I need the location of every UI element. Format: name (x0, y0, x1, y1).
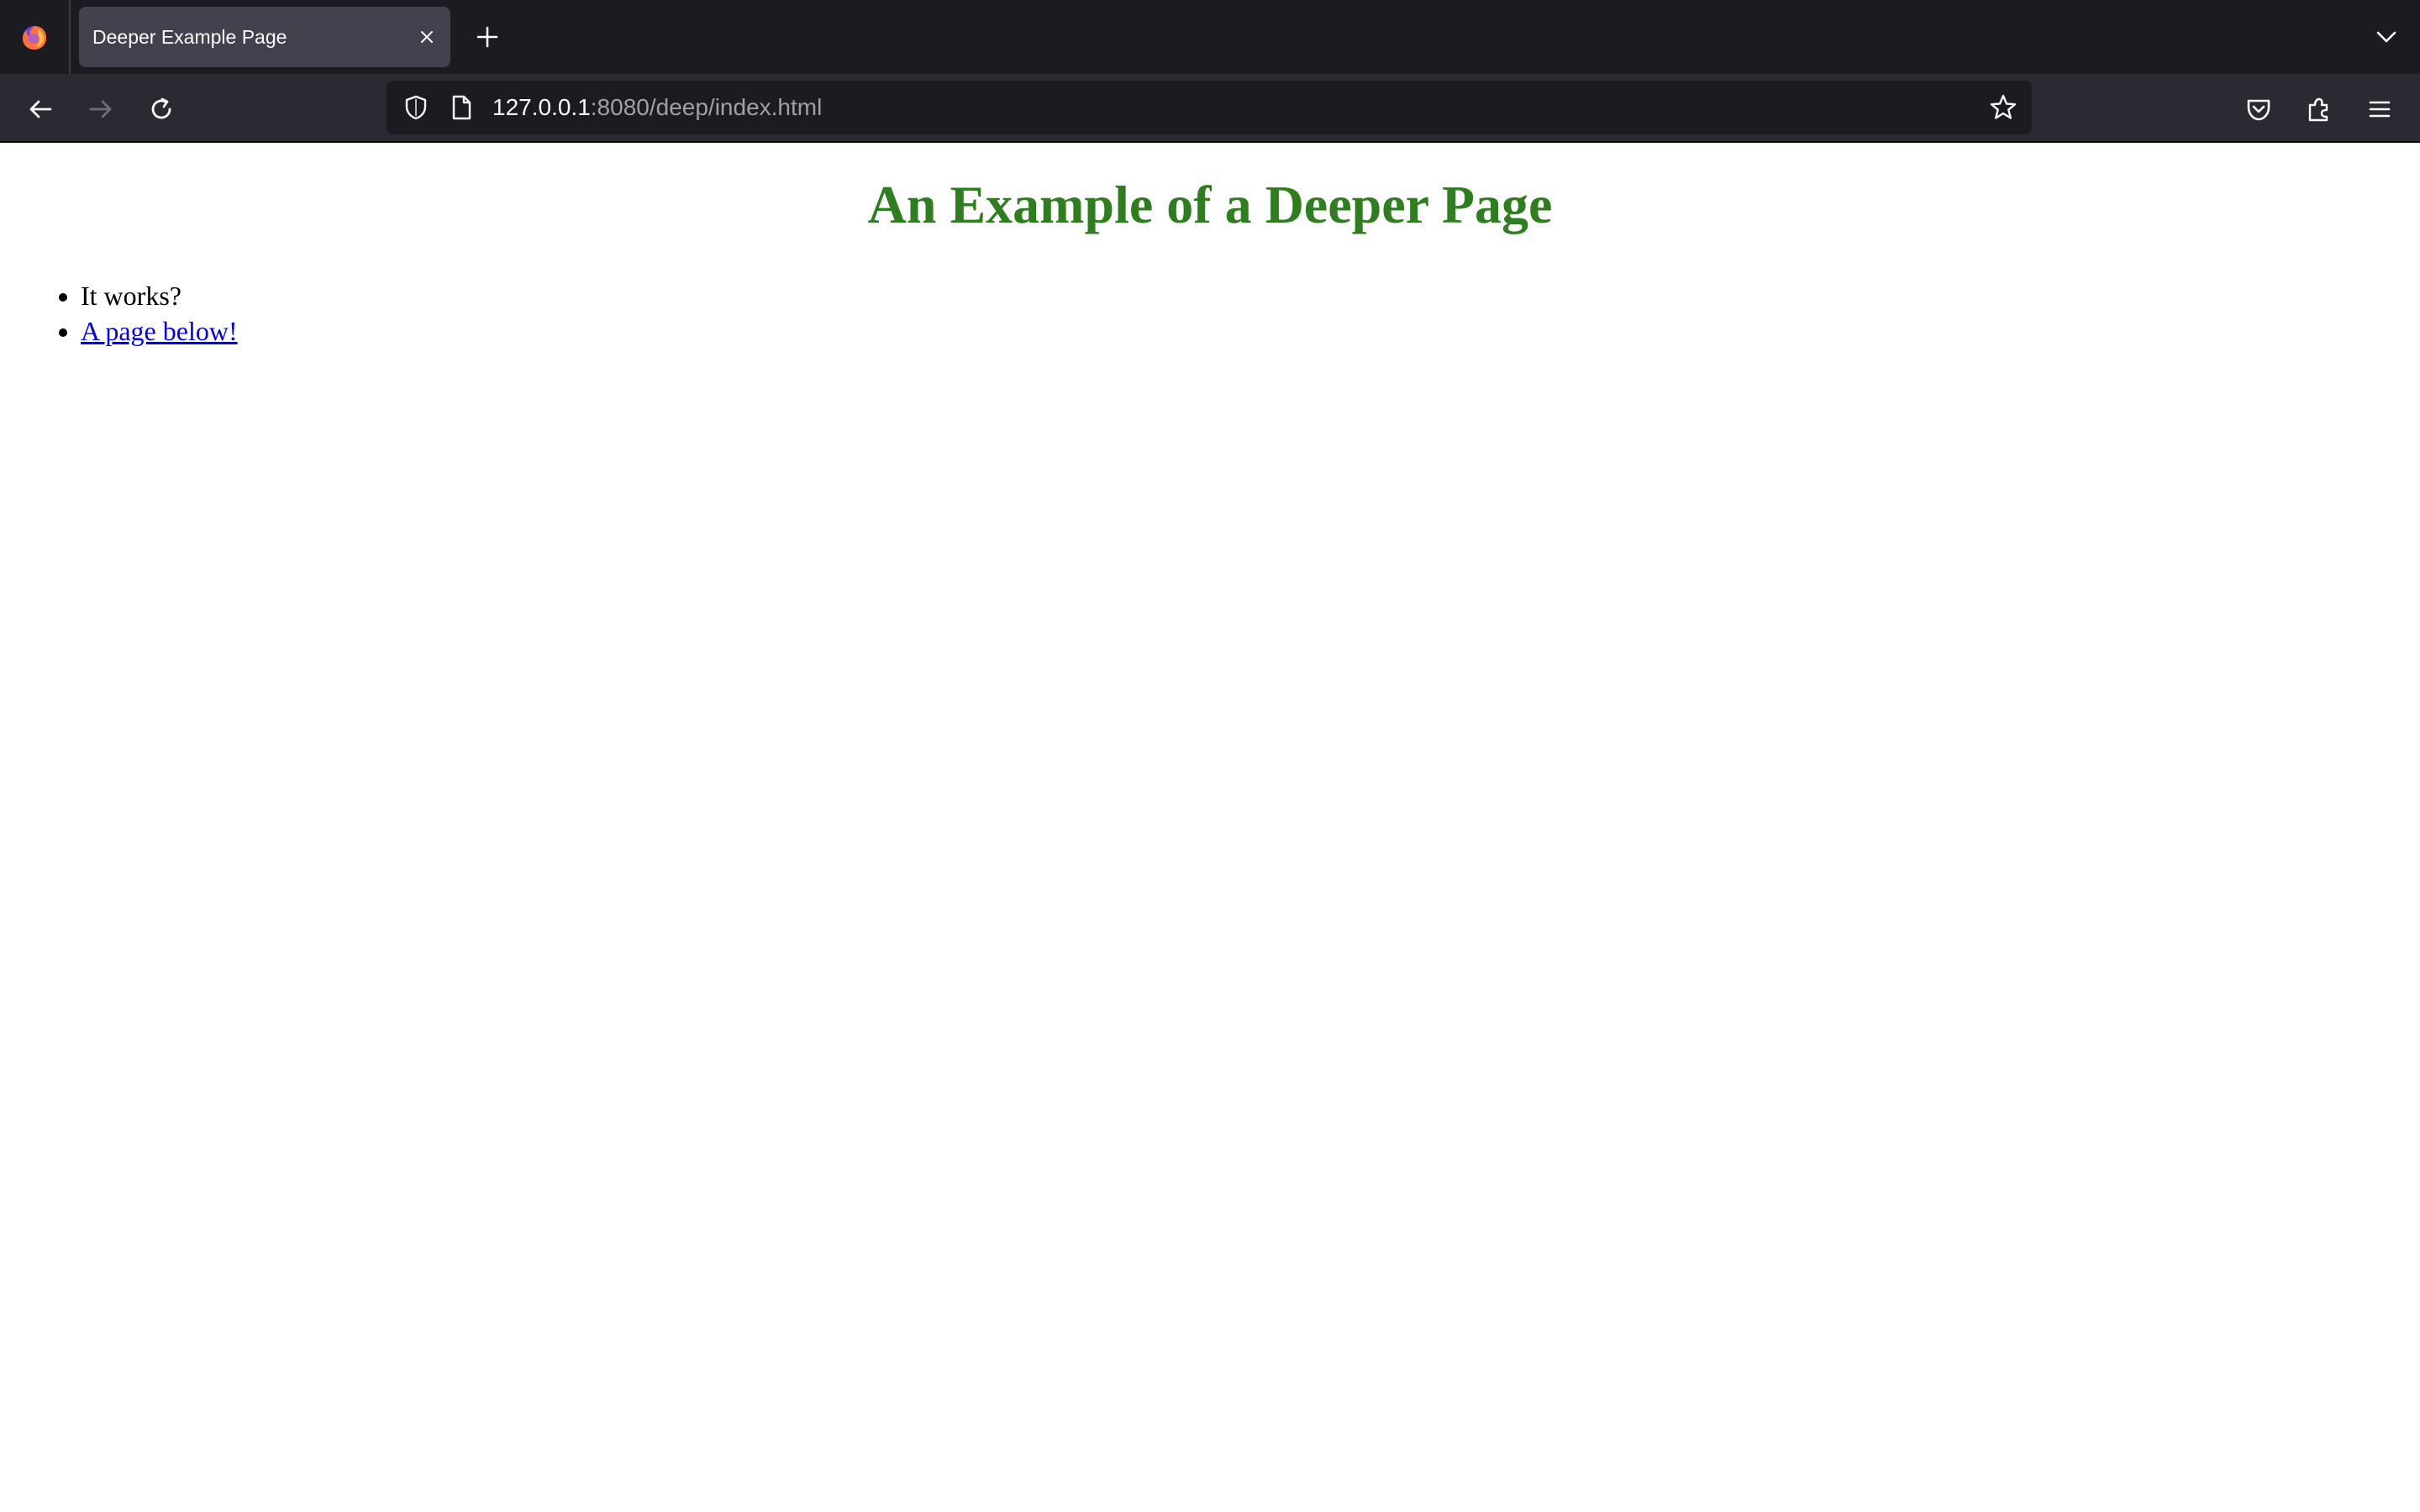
navigation-toolbar: 127.0.0.1:8080/deep/index.html (0, 74, 2420, 143)
page-content: An Example of a Deeper Page It works? A … (0, 144, 2420, 1512)
url-path: :8080/deep/index.html (590, 94, 823, 120)
chevron-down-icon[interactable] (2370, 20, 2403, 54)
list-item: It works? (81, 278, 238, 313)
firefox-logo-icon[interactable] (0, 0, 71, 74)
address-bar[interactable]: 127.0.0.1:8080/deep/index.html (387, 81, 2032, 134)
content-list: It works? A page below! (47, 278, 238, 349)
tab-strip: Deeper Example Page (0, 0, 2420, 74)
url-host: 127.0.0.1 (492, 94, 591, 120)
list-item-text: It works? (81, 281, 182, 311)
page-title: An Example of a Deeper Page (867, 175, 1553, 234)
tab-title: Deeper Example Page (92, 25, 287, 48)
page-icon[interactable] (447, 93, 476, 122)
page-below-link[interactable]: A page below! (81, 316, 238, 346)
pocket-icon[interactable] (2238, 89, 2279, 129)
list-item: A page below! (81, 313, 238, 349)
reload-icon[interactable] (141, 89, 182, 129)
arrow-left-icon[interactable] (20, 89, 60, 129)
puzzle-piece-icon[interactable] (2299, 89, 2339, 129)
plus-icon[interactable] (471, 20, 504, 54)
star-icon[interactable] (1986, 91, 2020, 124)
url-text[interactable]: 127.0.0.1:8080/deep/index.html (492, 81, 822, 134)
shield-icon[interactable] (402, 93, 430, 122)
hamburger-menu-icon[interactable] (2360, 89, 2400, 129)
tab-active[interactable]: Deeper Example Page (79, 7, 450, 67)
browser-window: Deeper Example Page 127.0.0.1:8080/deep… (0, 0, 2420, 1512)
close-icon[interactable] (415, 25, 439, 49)
arrow-right-icon[interactable] (81, 89, 121, 129)
